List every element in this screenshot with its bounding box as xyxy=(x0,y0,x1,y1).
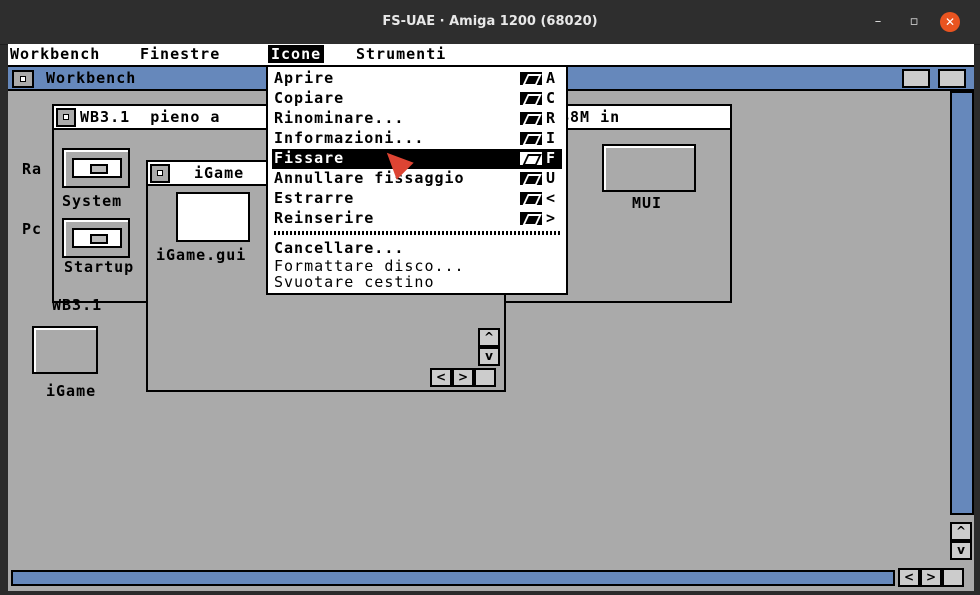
menu-separator xyxy=(274,231,560,235)
menu-item-estrarre[interactable]: Estrarre < xyxy=(272,189,562,209)
amiga-key-icon xyxy=(520,112,542,125)
wb31-volume-label: WB3.1 xyxy=(52,296,103,314)
amiga-screen: Workbench Finestre Icone Strumenti Workb… xyxy=(8,44,974,591)
wb31-close-gadget[interactable] xyxy=(56,108,76,127)
menu-finestre[interactable]: Finestre xyxy=(140,45,220,63)
workbench-window-title: Workbench xyxy=(46,69,137,87)
amiga-key-icon xyxy=(520,192,542,205)
amiga-key-icon xyxy=(520,132,542,145)
workbench-vertical-scrollbar[interactable] xyxy=(950,91,974,515)
startup-label: Startup xyxy=(64,258,135,276)
maximize-button[interactable]: ▫ xyxy=(904,12,924,32)
wb31-window-title-tail: 48M in xyxy=(560,108,621,126)
menu-item-annullare-fissaggio[interactable]: Annullare fissaggio U xyxy=(272,169,562,189)
host-window-title: FS-UAE · Amiga 1200 (68020) xyxy=(382,14,598,29)
wb31-window-title: WB3.1 pieno a xyxy=(80,108,221,126)
menu-item-informazioni[interactable]: Informazioni... I xyxy=(272,129,562,149)
drive-icon xyxy=(72,158,122,178)
menu-strumenti[interactable]: Strumenti xyxy=(356,45,446,63)
amiga-key-icon xyxy=(520,152,542,165)
minimize-button[interactable]: – xyxy=(868,12,888,32)
igame-scroll-right-arrow[interactable]: > xyxy=(452,368,474,387)
amiga-key-icon xyxy=(520,212,542,225)
menu-item-svuotare-cestino: Svuotare cestino xyxy=(274,273,435,291)
desktop-icon-igame-label: iGame xyxy=(46,382,97,400)
igame-resize-gadget[interactable] xyxy=(474,368,496,387)
drive-icon xyxy=(72,228,122,248)
mui-label: MUI xyxy=(632,194,663,212)
workbench-horizontal-scrollbar[interactable] xyxy=(11,570,895,586)
depth-gadget[interactable] xyxy=(938,69,966,88)
scroll-up-arrow[interactable]: ^ xyxy=(950,522,972,541)
startup-drawer-icon[interactable] xyxy=(62,218,130,258)
igame-drawer-icon[interactable] xyxy=(32,326,98,374)
scroll-left-arrow[interactable]: < xyxy=(898,568,920,587)
scroll-down-arrow[interactable]: v xyxy=(950,541,972,560)
amiga-key-icon xyxy=(520,72,542,85)
amiga-key-icon xyxy=(520,172,542,185)
partial-label-pc: Pc xyxy=(22,220,43,238)
igame-gui-label: iGame.gui xyxy=(156,246,247,264)
amiga-menubar: Workbench Finestre Icone Strumenti xyxy=(8,44,974,67)
system-label: System xyxy=(62,192,123,210)
mui-drawer-icon[interactable] xyxy=(602,144,696,192)
scroll-right-arrow[interactable]: > xyxy=(920,568,942,587)
menu-item-reinserire[interactable]: Reinserire > xyxy=(272,209,562,229)
host-titlebar: FS-UAE · Amiga 1200 (68020) – ▫ ✕ xyxy=(0,0,980,45)
igame-window-title: iGame xyxy=(194,164,245,182)
menu-item-fissare[interactable]: Fissare F xyxy=(272,149,562,169)
amiga-key-icon xyxy=(520,92,542,105)
close-button[interactable]: ✕ xyxy=(940,12,960,32)
menu-item-rinominare[interactable]: Rinominare... R xyxy=(272,109,562,129)
resize-gadget[interactable] xyxy=(942,568,964,587)
workbench-close-gadget[interactable] xyxy=(12,70,34,88)
igame-scroll-up-arrow[interactable]: ^ xyxy=(478,328,500,347)
zoom-gadget[interactable] xyxy=(902,69,930,88)
system-drawer-icon[interactable] xyxy=(62,148,130,188)
icone-dropdown-menu: Aprire A Copiare C Rinominare... R Informaz… xyxy=(266,65,568,295)
igame-scroll-down-arrow[interactable]: v xyxy=(478,347,500,366)
partial-label-ra: Ra xyxy=(22,160,43,178)
menu-workbench[interactable]: Workbench xyxy=(10,45,100,63)
menu-item-copiare[interactable]: Copiare C xyxy=(272,89,562,109)
igame-close-gadget[interactable] xyxy=(150,164,170,183)
igame-gui-icon[interactable] xyxy=(176,192,250,242)
menu-item-cancellare[interactable]: Cancellare... xyxy=(272,239,562,259)
menu-item-aprire[interactable]: Aprire A xyxy=(272,69,562,89)
igame-scroll-left-arrow[interactable]: < xyxy=(430,368,452,387)
menu-icone[interactable]: Icone xyxy=(268,45,325,63)
